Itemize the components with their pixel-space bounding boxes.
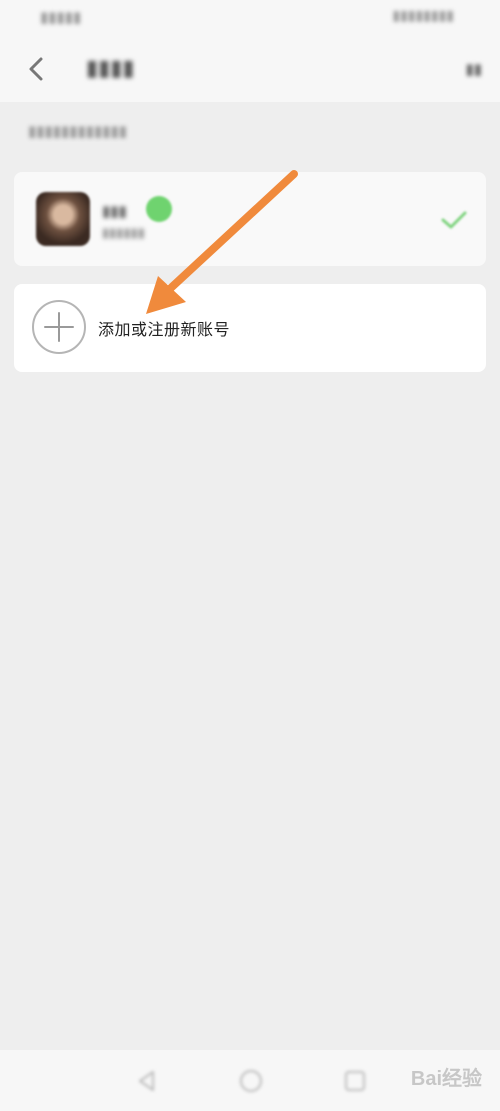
status-indicators: ▮▮▮▮▮▮▮▮ xyxy=(392,8,454,24)
status-bar: ▮▮▮▮▮ ▮▮▮▮▮▮▮▮ xyxy=(0,0,500,36)
avatar xyxy=(36,192,90,246)
add-account-label: 添加或注册新账号 xyxy=(98,320,231,339)
online-badge xyxy=(146,196,172,222)
square-recent-icon[interactable] xyxy=(342,1068,368,1094)
account-item[interactable]: ▮▮▮ ▮▮▮▮▮▮ xyxy=(14,172,486,266)
chevron-left-icon[interactable] xyxy=(22,54,52,84)
triangle-back-icon[interactable] xyxy=(134,1068,160,1094)
plus-circle-icon xyxy=(32,300,86,354)
check-icon xyxy=(441,211,467,229)
header: ▮▮▮▮ ▮▮ xyxy=(0,36,500,102)
annotation-arrow xyxy=(146,170,298,314)
circle-home-icon[interactable] xyxy=(238,1068,264,1094)
header-action[interactable]: ▮▮ xyxy=(465,60,482,78)
add-account-button[interactable]: 添加或注册新账号 xyxy=(14,284,486,372)
status-time: ▮▮▮▮▮ xyxy=(40,8,82,26)
section-hint: ▮▮▮▮▮▮▮▮▮▮▮▮ xyxy=(28,122,128,140)
account-subtitle: ▮▮▮▮▮▮ xyxy=(102,226,145,241)
watermark: Bai经验 xyxy=(410,1068,482,1090)
account-name: ▮▮▮ xyxy=(102,202,127,220)
page-title: ▮▮▮▮ xyxy=(86,56,135,81)
